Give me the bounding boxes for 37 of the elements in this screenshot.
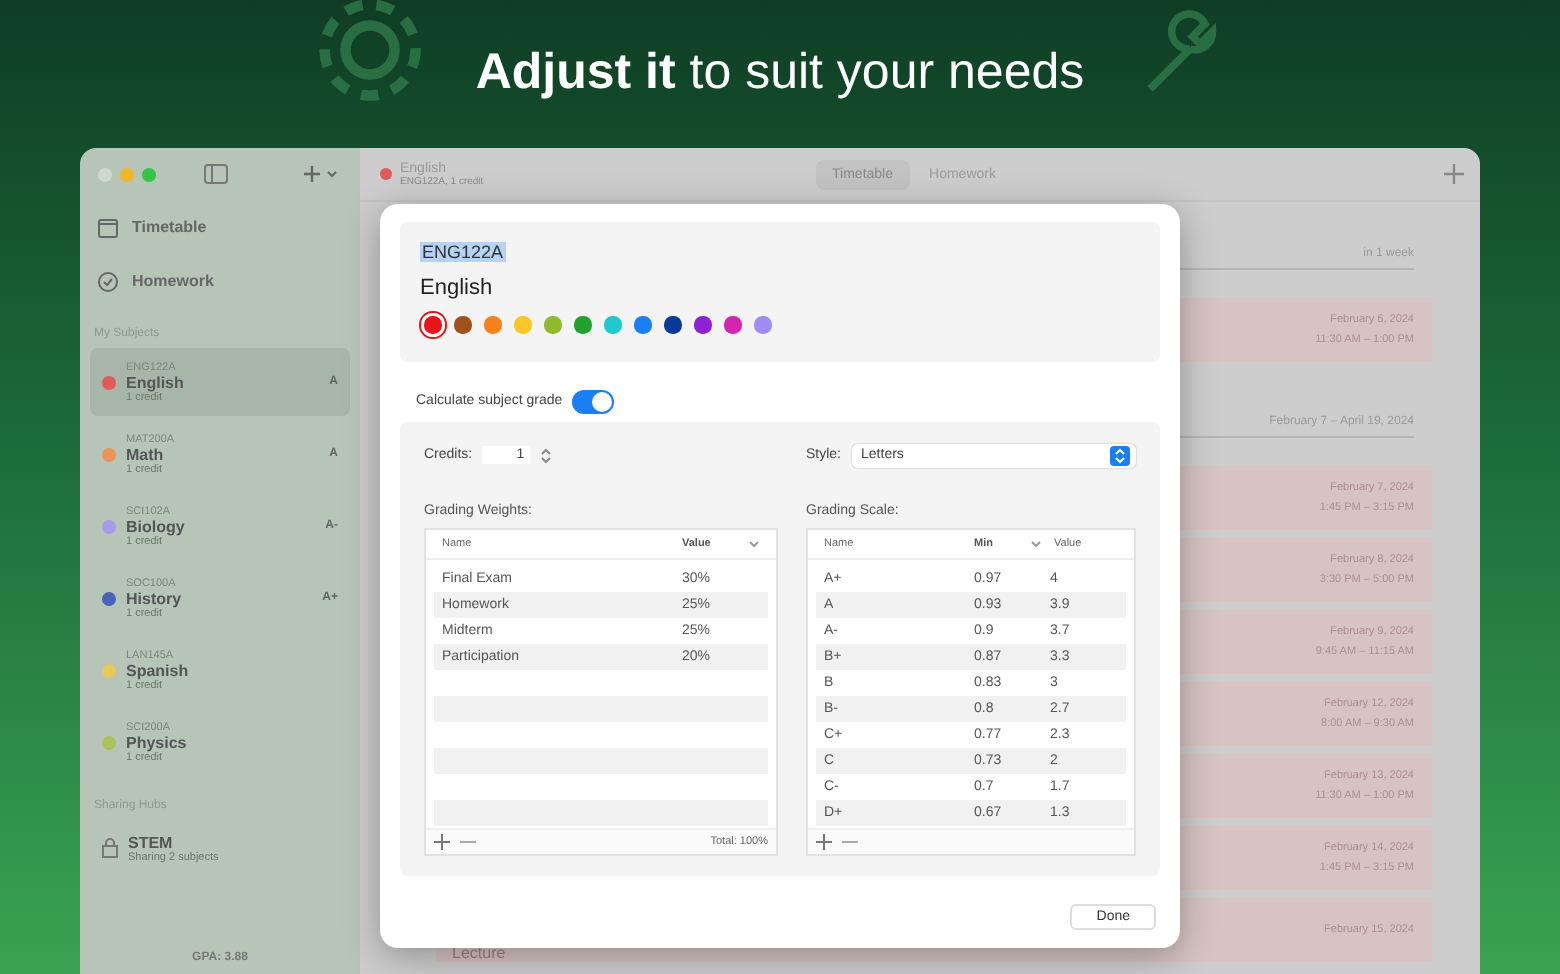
color-swatch[interactable] bbox=[664, 316, 681, 333]
color-swatch[interactable] bbox=[574, 316, 591, 333]
color-swatch[interactable] bbox=[754, 316, 771, 333]
color-swatch[interactable] bbox=[484, 316, 501, 333]
code-field[interactable]: ENG122A bbox=[420, 242, 506, 262]
checkmark-circle-icon bbox=[98, 271, 118, 291]
chevron-icon bbox=[748, 539, 760, 547]
hub-name: STEM bbox=[128, 833, 175, 851]
add-icon[interactable] bbox=[816, 833, 832, 849]
color-swatch[interactable] bbox=[514, 316, 531, 333]
stepper-icon[interactable] bbox=[540, 445, 553, 465]
color-swatch[interactable] bbox=[454, 316, 471, 333]
add-icon[interactable] bbox=[1444, 164, 1464, 184]
subject-name: History bbox=[126, 589, 184, 607]
calendar-icon bbox=[98, 217, 118, 237]
subject-name: Physics bbox=[126, 733, 189, 751]
subject-name: Math bbox=[126, 445, 166, 463]
subject-name: English bbox=[126, 373, 186, 391]
nav-item[interactable]: Homework bbox=[90, 254, 350, 308]
add-icon[interactable] bbox=[434, 833, 450, 849]
color-swatch[interactable] bbox=[724, 316, 741, 333]
color-swatch[interactable] bbox=[544, 316, 561, 333]
color-swatch[interactable] bbox=[634, 316, 651, 333]
subject-name: Spanish bbox=[126, 661, 191, 679]
headline: Adjust it to suit your needs bbox=[475, 42, 1085, 104]
toggle-switch[interactable] bbox=[572, 389, 615, 413]
color-swatch[interactable] bbox=[694, 316, 711, 333]
lock-icon bbox=[102, 838, 118, 858]
nav-item[interactable]: Timetable bbox=[90, 200, 350, 254]
sidebar-icon[interactable] bbox=[204, 164, 228, 184]
subject-name: Biology bbox=[126, 517, 187, 535]
chevron-icon bbox=[1030, 539, 1042, 547]
dropdown-arrows-icon bbox=[1110, 445, 1130, 465]
color-swatch[interactable] bbox=[424, 316, 441, 333]
add-menu-icon[interactable] bbox=[302, 164, 338, 184]
name-field[interactable]: English bbox=[420, 276, 493, 300]
color-swatch[interactable] bbox=[604, 316, 621, 333]
